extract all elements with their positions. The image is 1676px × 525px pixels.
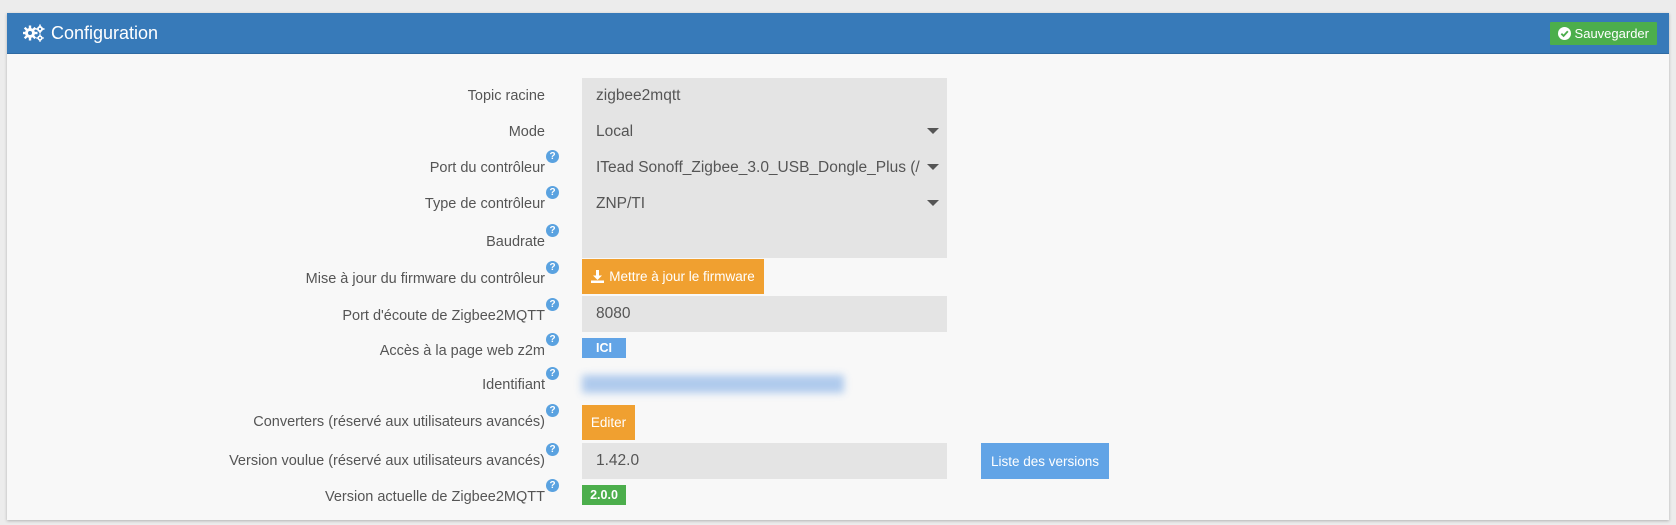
- label-baudrate: Baudrate?: [486, 224, 559, 250]
- ici-link[interactable]: ICI: [582, 338, 626, 358]
- label-mode: Mode: [509, 124, 545, 140]
- help-icon[interactable]: ?: [546, 404, 559, 417]
- label-converters: Converters (réservé aux utilisateurs ava…: [253, 404, 559, 430]
- help-icon[interactable]: ?: [546, 479, 559, 492]
- version-actuelle-value: 2.0.0: [590, 488, 618, 502]
- download-icon: [591, 270, 605, 283]
- version-voulue-input[interactable]: 1.42.0: [582, 443, 947, 479]
- help-icon[interactable]: ?: [546, 333, 559, 346]
- port-ecoute-input[interactable]: 8080: [582, 296, 947, 332]
- help-icon[interactable]: ?: [546, 186, 559, 199]
- version-list-label: Liste des versions: [990, 453, 1100, 469]
- label-page-web: Accès à la page web z2m?: [379, 333, 559, 359]
- baudrate-input[interactable]: [582, 222, 947, 258]
- panel-title-text: Configuration: [51, 22, 159, 43]
- save-button[interactable]: Sauvegarder: [1549, 21, 1657, 45]
- label-version-voulue-text: Version voulue (réservé aux utilisateurs…: [229, 453, 545, 469]
- version-actuelle-badge: 2.0.0: [582, 485, 626, 505]
- panel-title: Configuration: [23, 23, 158, 44]
- label-identifiant: Identifiant?: [482, 367, 559, 393]
- mode-value: Local: [596, 123, 634, 140]
- label-type-controleur: Type de contrôleur?: [424, 186, 559, 212]
- configuration-panel: Configuration Sauvegarder Topic racine z…: [7, 13, 1669, 520]
- update-firmware-button[interactable]: Mettre à jour le firmware: [582, 259, 764, 294]
- help-icon[interactable]: ?: [546, 367, 559, 380]
- topic-racine-value: zigbee2mqtt: [596, 87, 681, 104]
- port-controleur-select[interactable]: ITead Sonoff_Zigbee_3.0_USB_Dongle_Plus …: [582, 150, 947, 186]
- label-firmware-text: Mise à jour du firmware du contrôleur: [305, 271, 545, 287]
- panel-heading: Configuration Sauvegarder: [7, 13, 1669, 54]
- help-icon[interactable]: ?: [546, 150, 559, 163]
- label-version-actuelle-text: Version actuelle de Zigbee2MQTT: [324, 489, 545, 505]
- edit-converters-button[interactable]: Editer: [582, 405, 635, 440]
- caret-down-icon: [927, 200, 939, 206]
- mode-select[interactable]: Local: [582, 114, 947, 150]
- version-list-button[interactable]: Liste des versions: [981, 443, 1109, 479]
- check-circle-icon: [1557, 26, 1571, 40]
- label-type-controleur-text: Type de contrôleur: [424, 196, 545, 212]
- edit-converters-label: Editer: [590, 415, 627, 430]
- ici-link-label: ICI: [596, 341, 612, 355]
- label-mode-text: Mode: [508, 124, 545, 140]
- caret-down-icon: [927, 164, 939, 170]
- label-port-controleur: Port du contrôleur?: [429, 150, 559, 176]
- label-version-actuelle: Version actuelle de Zigbee2MQTT?: [324, 479, 559, 505]
- save-button-label: Sauvegarder: [1574, 25, 1649, 41]
- gears-icon: [23, 24, 45, 42]
- port-controleur-value: ITead Sonoff_Zigbee_3.0_USB_Dongle_Plus …: [596, 159, 920, 176]
- label-topic-racine-text: Topic racine: [467, 88, 545, 104]
- identifiant-blurred-value: [582, 375, 844, 393]
- help-icon[interactable]: ?: [546, 298, 559, 311]
- label-topic-racine: Topic racine: [468, 88, 545, 104]
- port-ecoute-value: 8080: [596, 305, 631, 322]
- label-converters-text: Converters (réservé aux utilisateurs ava…: [253, 414, 545, 430]
- label-identifiant-text: Identifiant: [482, 377, 545, 393]
- topic-racine-input[interactable]: zigbee2mqtt: [582, 78, 947, 114]
- label-port-controleur-text: Port du contrôleur: [429, 160, 545, 176]
- label-version-voulue: Version voulue (réservé aux utilisateurs…: [229, 443, 559, 469]
- help-icon[interactable]: ?: [546, 443, 559, 456]
- label-port-ecoute-text: Port d'écoute de Zigbee2MQTT: [342, 308, 545, 324]
- version-voulue-value: 1.42.0: [596, 452, 640, 469]
- update-firmware-label: Mettre à jour le firmware: [609, 269, 755, 284]
- help-icon[interactable]: ?: [546, 224, 559, 237]
- label-port-ecoute: Port d'écoute de Zigbee2MQTT?: [342, 298, 559, 324]
- help-icon[interactable]: ?: [546, 261, 559, 274]
- label-baudrate-text: Baudrate: [486, 234, 545, 250]
- label-page-web-text: Accès à la page web z2m: [379, 343, 545, 359]
- caret-down-icon: [927, 128, 939, 134]
- type-controleur-value: ZNP/TI: [596, 195, 646, 212]
- type-controleur-select[interactable]: ZNP/TI: [582, 186, 947, 222]
- label-firmware: Mise à jour du firmware du contrôleur?: [305, 261, 559, 287]
